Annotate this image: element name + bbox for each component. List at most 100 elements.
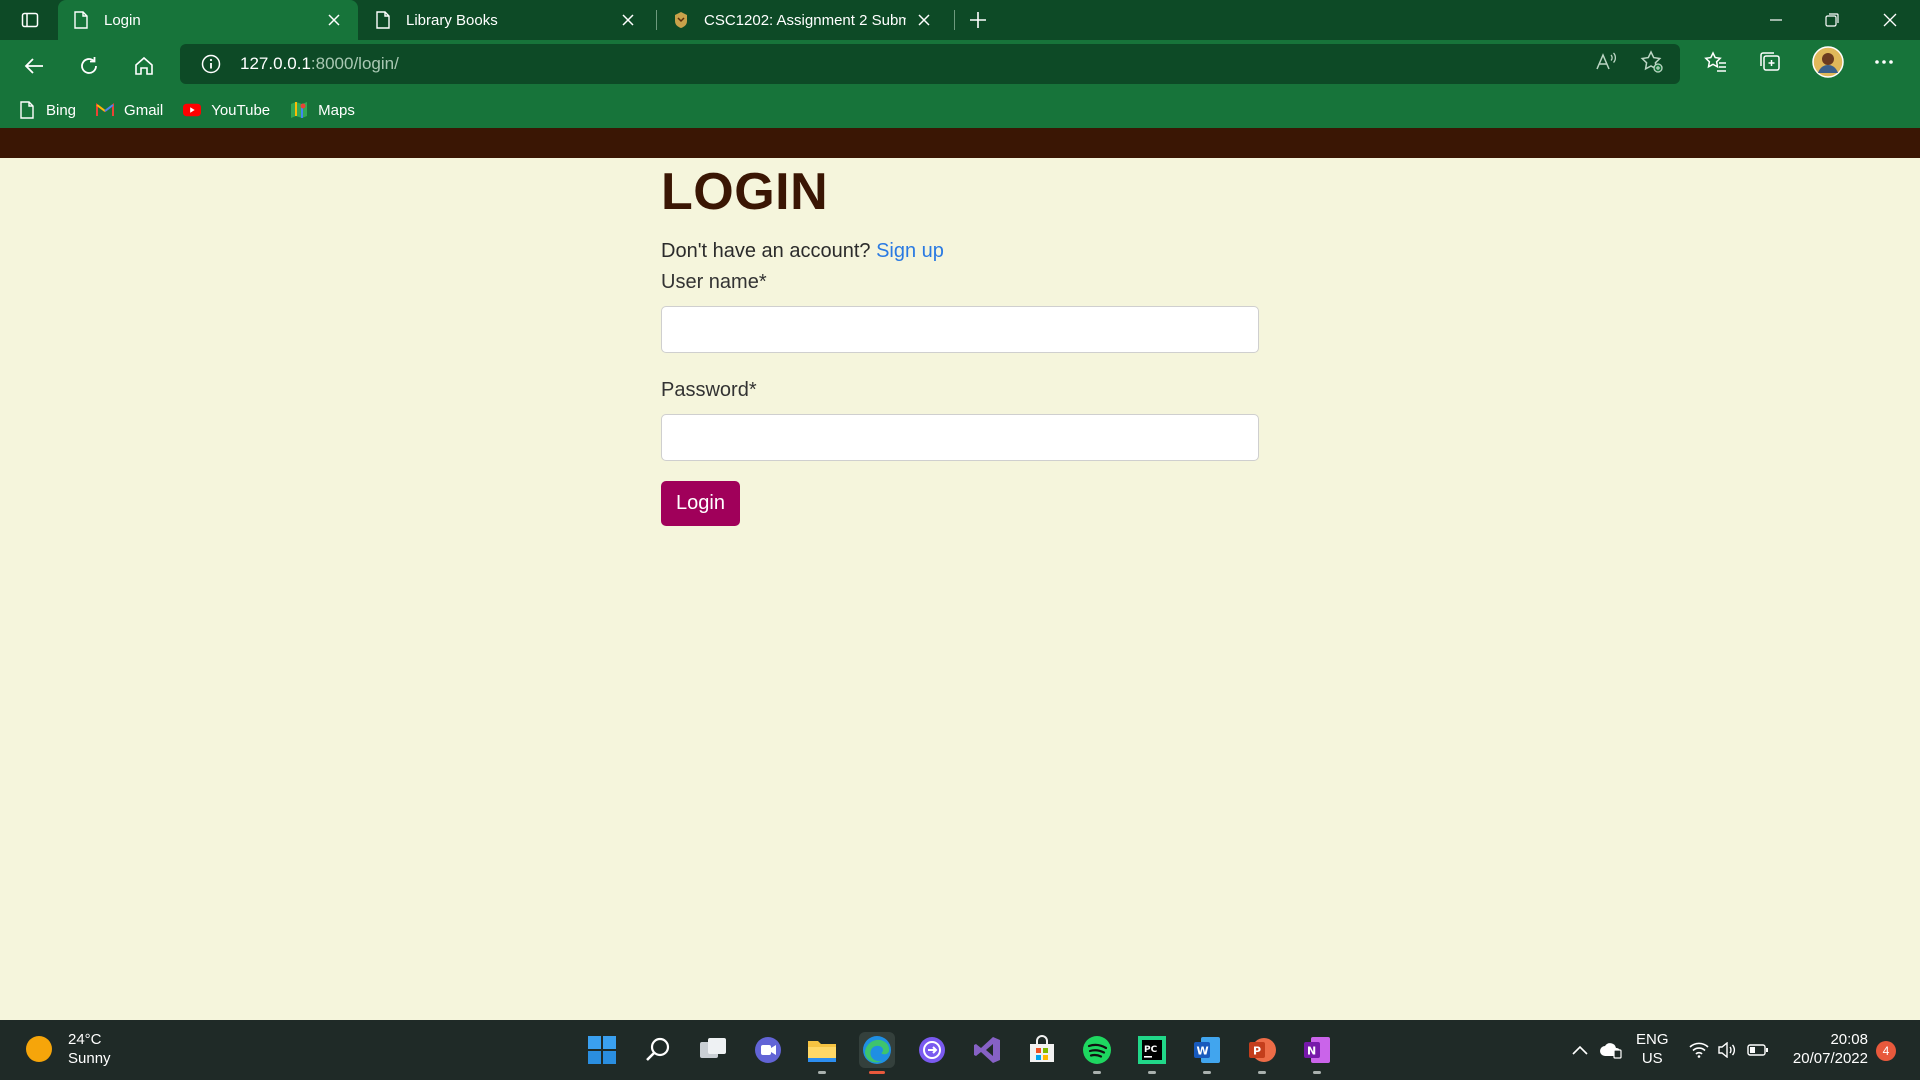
page-title: LOGIN (661, 163, 829, 221)
word-icon[interactable]: W (1189, 1032, 1225, 1074)
connect-icon[interactable] (914, 1032, 950, 1068)
password-input[interactable] (661, 414, 1259, 461)
profile-avatar[interactable] (1812, 46, 1844, 78)
university-crest-icon (672, 11, 690, 29)
language-code: ENG (1636, 1031, 1669, 1048)
running-indicator (1203, 1071, 1211, 1074)
running-indicator (1258, 1071, 1266, 1074)
back-arrow-icon[interactable] (16, 48, 52, 84)
tab-actions-icon[interactable] (14, 8, 46, 32)
gmail-icon (96, 101, 115, 119)
page-icon (18, 101, 36, 119)
volume-icon[interactable] (1716, 1036, 1738, 1064)
add-favorite-icon[interactable] (1640, 50, 1664, 74)
clock-time: 20:08 (1830, 1031, 1868, 1048)
site-header-bar (0, 128, 1920, 158)
page-content: LOGIN Don't have an account? Sign up Use… (0, 158, 1920, 1020)
svg-text:W: W (1197, 1045, 1209, 1058)
bookmark-label: Gmail (124, 101, 164, 119)
bookmark-label: YouTube (211, 101, 271, 119)
task-view-icon[interactable] (695, 1032, 731, 1068)
running-indicator (869, 1071, 885, 1074)
start-icon[interactable] (584, 1032, 620, 1068)
password-label: Password* (661, 379, 757, 401)
minimize-icon[interactable] (1748, 0, 1804, 40)
chevron-up-icon[interactable] (1570, 1036, 1590, 1064)
window-close-icon[interactable] (1862, 0, 1918, 40)
teams-chat-icon[interactable] (750, 1032, 786, 1068)
edge-icon[interactable] (859, 1032, 895, 1074)
tab-title: Login (104, 11, 141, 29)
language-indicator[interactable]: ENG US (1636, 1030, 1669, 1068)
tab-assignment[interactable]: CSC1202: Assignment 2 Submiss (658, 0, 948, 40)
new-tab-icon[interactable] (966, 8, 990, 32)
read-aloud-icon[interactable] (1594, 50, 1618, 74)
bookmark-gmail[interactable]: Gmail (96, 101, 163, 119)
tab-title: CSC1202: Assignment 2 Submiss (704, 11, 906, 29)
youtube-icon (183, 101, 202, 119)
url-text[interactable]: 127.0.0.1:8000/login/ (240, 54, 399, 74)
bookmark-label: Maps (318, 101, 355, 119)
battery-icon[interactable] (1746, 1036, 1770, 1064)
pycharm-icon[interactable]: PC (1134, 1032, 1170, 1074)
weather-temperature: 24°C (68, 1031, 102, 1048)
page-icon (72, 11, 90, 29)
powerpoint-icon[interactable]: P (1244, 1032, 1280, 1074)
svg-text:PC: PC (1144, 1045, 1158, 1055)
tab-login[interactable]: Login (58, 0, 358, 40)
microsoft-store-icon[interactable] (1024, 1032, 1060, 1068)
bookmark-label: Bing (46, 101, 77, 119)
close-icon[interactable] (618, 10, 638, 30)
restore-icon[interactable] (1804, 0, 1860, 40)
weather-widget[interactable]: 24°C Sunny (26, 1030, 111, 1068)
onedrive-icon[interactable] (1598, 1036, 1624, 1064)
tab-title: Library Books (406, 11, 498, 29)
tab-separator (954, 10, 955, 30)
onenote-icon[interactable]: N (1299, 1032, 1335, 1074)
url-host: 127.0.0.1 (240, 54, 311, 73)
visual-studio-icon[interactable] (969, 1032, 1005, 1068)
signup-prompt-text: Don't have an account? (661, 240, 871, 262)
region-code: US (1641, 1050, 1663, 1067)
search-icon[interactable] (640, 1032, 676, 1068)
system-clock[interactable]: 20:08 20/07/2022 (1786, 1030, 1868, 1068)
running-indicator (1148, 1071, 1156, 1074)
url-path: :8000/login/ (310, 54, 399, 73)
browser-tab-bar: Login Library Books CSC1202: Assignment … (0, 0, 1920, 40)
site-info-icon[interactable] (200, 53, 222, 75)
svg-text:N: N (1307, 1045, 1316, 1058)
clock-date: 20/07/2022 (1792, 1050, 1868, 1067)
home-icon[interactable] (126, 48, 162, 84)
wifi-icon[interactable] (1688, 1036, 1710, 1064)
refresh-icon[interactable] (71, 48, 107, 84)
file-explorer-icon[interactable] (804, 1032, 840, 1074)
bookmark-bing[interactable]: Bing (18, 101, 76, 119)
maps-icon (290, 101, 308, 119)
collections-icon[interactable] (1759, 50, 1783, 74)
close-icon[interactable] (324, 10, 344, 30)
running-indicator (818, 1071, 826, 1074)
address-bar[interactable]: 127.0.0.1:8000/login/ (180, 44, 1680, 84)
windows-taskbar: 24°C Sunny PC W P N ENG US 20:08 20/07/2… (0, 1020, 1920, 1080)
tab-separator (656, 10, 657, 30)
login-button[interactable]: Login (661, 481, 740, 526)
tab-library-books[interactable]: Library Books (360, 0, 652, 40)
favorites-icon[interactable] (1704, 50, 1728, 74)
page-icon (374, 11, 392, 29)
signup-prompt: Don't have an account? Sign up (661, 240, 1259, 263)
username-input[interactable] (661, 306, 1259, 353)
login-form: LOGIN Don't have an account? Sign up Use… (661, 158, 1259, 526)
username-label: User name* (661, 271, 767, 293)
more-options-icon[interactable] (1872, 50, 1896, 74)
notification-badge[interactable]: 4 (1876, 1041, 1896, 1061)
bookmark-youtube[interactable]: YouTube (183, 101, 270, 119)
signup-link[interactable]: Sign up (876, 240, 944, 262)
sun-icon (26, 1036, 52, 1062)
close-icon[interactable] (914, 10, 934, 30)
running-indicator (1313, 1071, 1321, 1074)
running-indicator (1093, 1071, 1101, 1074)
weather-description: Sunny (68, 1050, 111, 1067)
bookmark-maps[interactable]: Maps (290, 101, 355, 119)
spotify-icon[interactable] (1079, 1032, 1115, 1074)
browser-toolbar: 127.0.0.1:8000/login/ Bing Gmail YouTube… (0, 40, 1920, 128)
